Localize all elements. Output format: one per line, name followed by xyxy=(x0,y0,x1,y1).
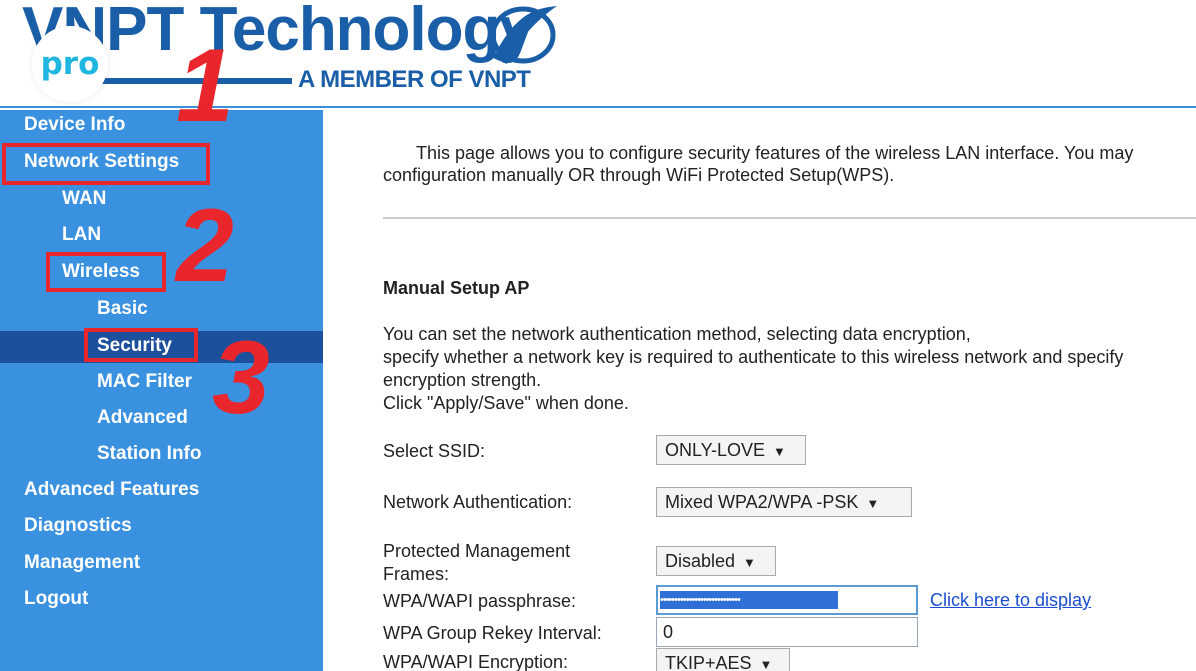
sidebar-item-management[interactable]: Management xyxy=(24,551,140,575)
main-content: This page allows you to configure securi… xyxy=(323,110,1196,671)
annotation-box-wireless xyxy=(46,252,166,292)
auth-select[interactable]: Mixed WPA2/WPA -PSK ▼ xyxy=(656,487,912,517)
sidebar-item-wan[interactable]: WAN xyxy=(62,187,106,211)
passphrase-input[interactable]: •••••••••••••••••••••••••••• xyxy=(656,585,918,615)
pro-badge-text: pro xyxy=(40,46,100,82)
tagline: A MEMBER OF VNPT xyxy=(298,66,531,93)
ssid-select[interactable]: ONLY-LOVE ▼ xyxy=(656,435,806,465)
pmf-select-value: Disabled xyxy=(665,551,736,571)
sidebar: Device Info Network Settings WAN LAN Wir… xyxy=(0,110,323,671)
encryption-label: WPA/WAPI Encryption: xyxy=(383,652,569,671)
intro-text-line1: This page allows you to configure securi… xyxy=(416,143,1134,163)
passphrase-mask: •••••••••••••••••••••••••••• xyxy=(660,591,838,609)
sidebar-item-device-info[interactable]: Device Info xyxy=(24,113,125,137)
intro-text-line2: configuration manually OR through WiFi P… xyxy=(383,165,895,185)
pmf-label-line1: Protected Management xyxy=(383,541,571,561)
pro-badge: pro xyxy=(32,26,108,102)
rekey-input[interactable]: 0 xyxy=(656,617,918,647)
auth-select-value: Mixed WPA2/WPA -PSK xyxy=(665,492,859,512)
ssid-label: Select SSID: xyxy=(383,441,486,461)
ssid-select-value: ONLY-LOVE xyxy=(665,440,766,460)
sidebar-item-diagnostics[interactable]: Diagnostics xyxy=(24,514,132,538)
encryption-select[interactable]: TKIP+AES ▼ xyxy=(656,648,790,671)
encryption-select-value: TKIP+AES xyxy=(665,653,752,671)
desc-line1: You can set the network authentication m… xyxy=(383,324,971,344)
pmf-select[interactable]: Disabled ▼ xyxy=(656,546,776,576)
desc-line4: Click "Apply/Save" when done. xyxy=(383,393,629,413)
annotation-box-security xyxy=(84,328,198,362)
annotation-step-3: 3 xyxy=(212,320,270,436)
sidebar-item-station-info[interactable]: Station Info xyxy=(97,442,201,466)
sidebar-item-advanced[interactable]: Advanced xyxy=(97,406,188,430)
desc-line3: encryption strength. xyxy=(383,370,542,390)
pmf-label-line2: Frames: xyxy=(383,564,450,584)
sidebar-item-logout[interactable]: Logout xyxy=(24,587,88,611)
section-title: Manual Setup AP xyxy=(383,278,530,298)
sidebar-item-mac-filter[interactable]: MAC Filter xyxy=(97,370,192,394)
divider xyxy=(383,217,1196,219)
passphrase-label: WPA/WAPI passphrase: xyxy=(383,591,577,611)
sidebar-item-lan[interactable]: LAN xyxy=(62,223,101,247)
chevron-down-icon: ▼ xyxy=(743,555,756,570)
annotation-box-network-settings xyxy=(2,143,210,185)
vnpt-logo-icon xyxy=(490,6,557,64)
chevron-down-icon: ▼ xyxy=(759,657,773,671)
sidebar-item-advanced-features[interactable]: Advanced Features xyxy=(24,478,199,502)
rekey-label: WPA Group Rekey Interval: xyxy=(383,623,602,643)
desc-line2: specify whether a network key is require… xyxy=(383,347,1124,367)
chevron-down-icon: ▼ xyxy=(866,496,880,511)
annotation-step-2: 2 xyxy=(176,188,234,304)
auth-label: Network Authentication: xyxy=(383,492,573,512)
sidebar-item-basic[interactable]: Basic xyxy=(97,297,148,321)
chevron-down-icon: ▼ xyxy=(773,444,786,459)
rekey-input-value: 0 xyxy=(663,622,674,642)
display-passphrase-link[interactable]: Click here to display xyxy=(930,590,1091,611)
annotation-step-1: 1 xyxy=(176,28,234,144)
